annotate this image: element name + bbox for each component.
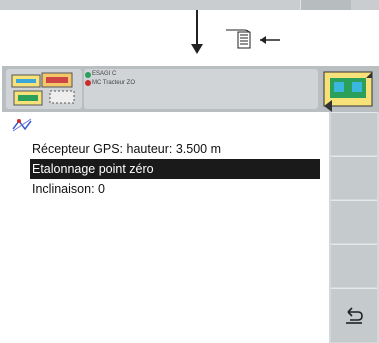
menu-item-inclination[interactable]: Inclinaison: 0 [30,179,320,199]
calibration-icon [12,118,32,132]
menu-item-gps-height[interactable]: Récepteur GPS: hauteur: 3.500 m [30,139,320,159]
callout-key-icon [226,29,280,49]
pointer-arrow-line [196,10,198,46]
softkey-sidebar [329,112,379,343]
back-button[interactable] [331,288,377,342]
implement-map-icon[interactable] [318,66,379,112]
back-icon [346,307,363,324]
pointer-arrow-head [191,44,203,54]
terminal-screen: ESAGI C MC Tracteur ZO Récepteur GPS: ha… [2,66,379,343]
content-area: Récepteur GPS: hauteur: 3.500 m Etalonna… [2,112,329,343]
header-status-panel: ESAGI C MC Tracteur ZO [84,69,318,109]
strip-segment [300,0,351,10]
implement-config-icon[interactable] [6,69,82,109]
tractor-status-icon [85,72,91,86]
softkey-3[interactable] [331,200,377,243]
header-bar: ESAGI C MC Tracteur ZO [2,66,379,112]
header-line-1: ESAGI C [92,71,117,77]
menu-item-zero-calibration[interactable]: Etalonnage point zéro [30,159,320,179]
softkey-1[interactable] [331,112,377,155]
settings-menu: Récepteur GPS: hauteur: 3.500 m Etalonna… [30,139,320,199]
softkey-4[interactable] [331,244,377,287]
previous-screen-strip [0,0,379,10]
softkey-2[interactable] [331,156,377,199]
header-line-2: MC Tracteur ZO [92,80,136,86]
